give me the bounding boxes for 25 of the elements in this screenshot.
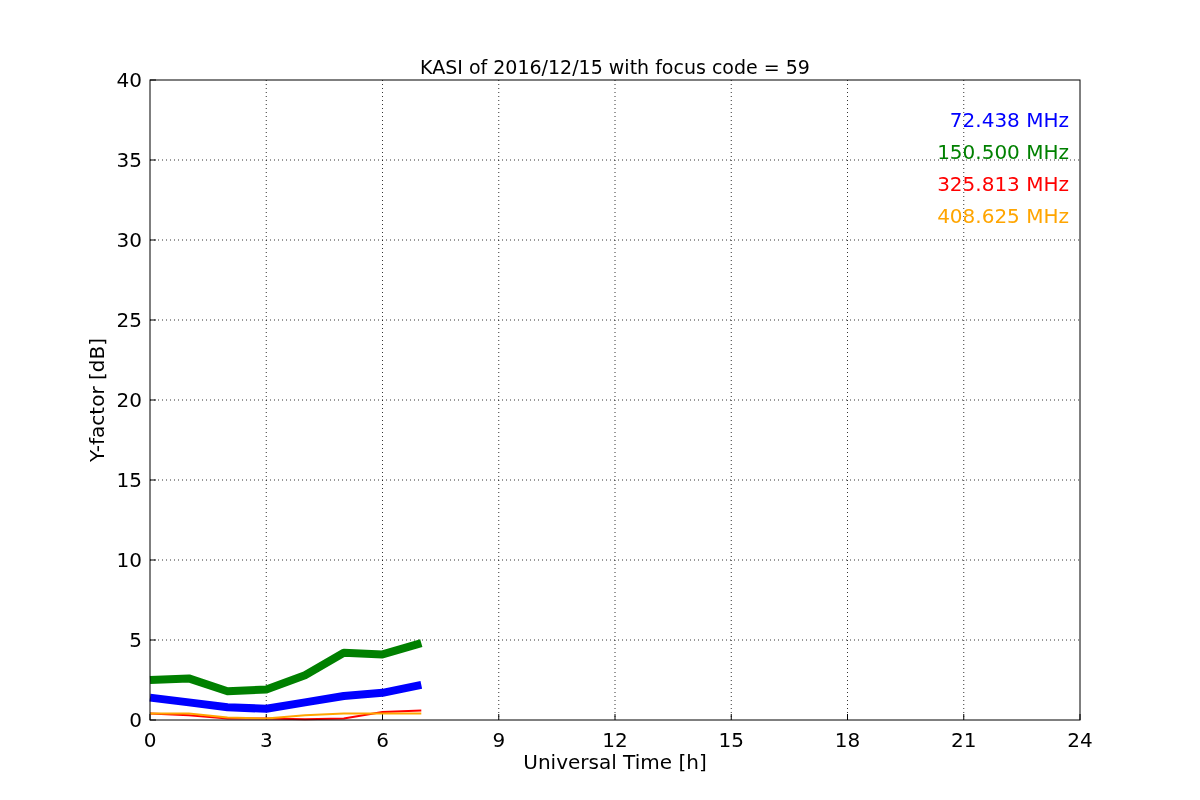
tick-label: 0 [129, 708, 142, 732]
x-axis-label: Universal Time [h] [523, 750, 707, 774]
tick-label: 12 [602, 728, 628, 752]
tick-label: 0 [143, 728, 157, 752]
tick-label: 10 [116, 548, 142, 572]
tick-label: 9 [492, 728, 506, 752]
tick-label: 30 [116, 228, 142, 252]
tick-label: 21 [951, 728, 977, 752]
chart-title: KASI of 2016/12/15 with focus code = 59 [420, 56, 810, 78]
legend-label: 325.813 MHz [937, 172, 1069, 196]
legend-label: 72.438 MHz [949, 108, 1069, 132]
y-axis-label: Y-factor [dB] [85, 338, 109, 462]
tick-label: 25 [116, 308, 142, 332]
tick-label: 15 [116, 468, 142, 492]
legend-label: 150.500 MHz [937, 140, 1069, 164]
tick-label: 35 [116, 148, 142, 172]
legend-label: 408.625 MHz [937, 204, 1069, 228]
tick-label: 20 [116, 388, 142, 412]
tick-label: 24 [1067, 728, 1093, 752]
tick-label: 6 [376, 728, 389, 752]
tick-label: 15 [718, 728, 744, 752]
tick-label: 18 [834, 728, 861, 752]
tick-label: 3 [259, 728, 273, 752]
tick-label: 5 [129, 628, 142, 652]
tick-label: 40 [116, 68, 142, 92]
